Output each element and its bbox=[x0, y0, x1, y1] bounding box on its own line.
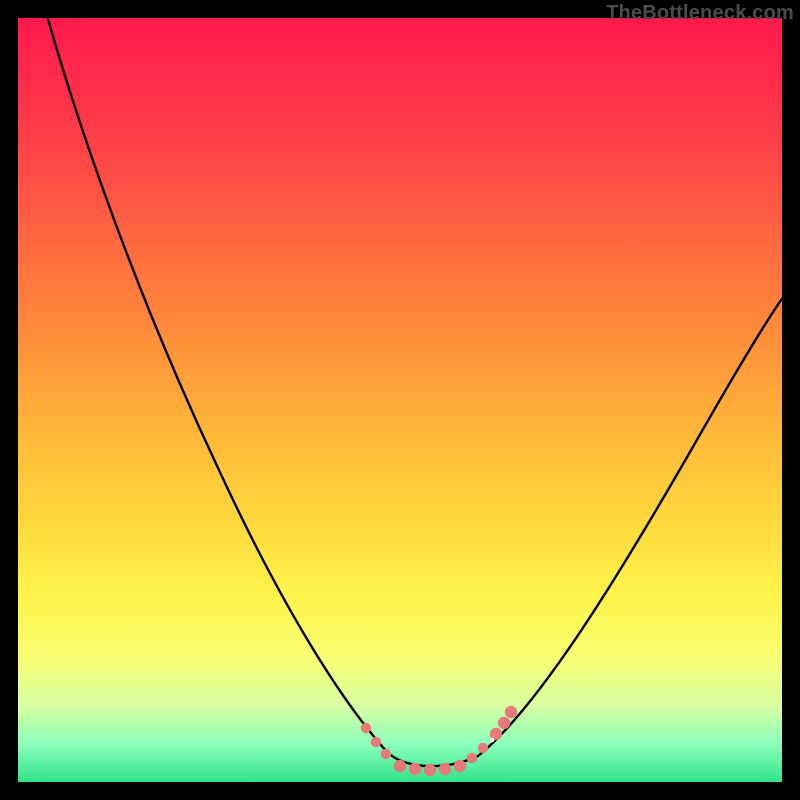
plot-area bbox=[18, 18, 782, 782]
chart-frame: TheBottleneck.com bbox=[0, 0, 800, 800]
curve-svg bbox=[18, 18, 782, 782]
curve-right-branch bbox=[478, 296, 782, 756]
watermark-text: TheBottleneck.com bbox=[606, 2, 794, 25]
curve-left-branch bbox=[42, 18, 388, 753]
